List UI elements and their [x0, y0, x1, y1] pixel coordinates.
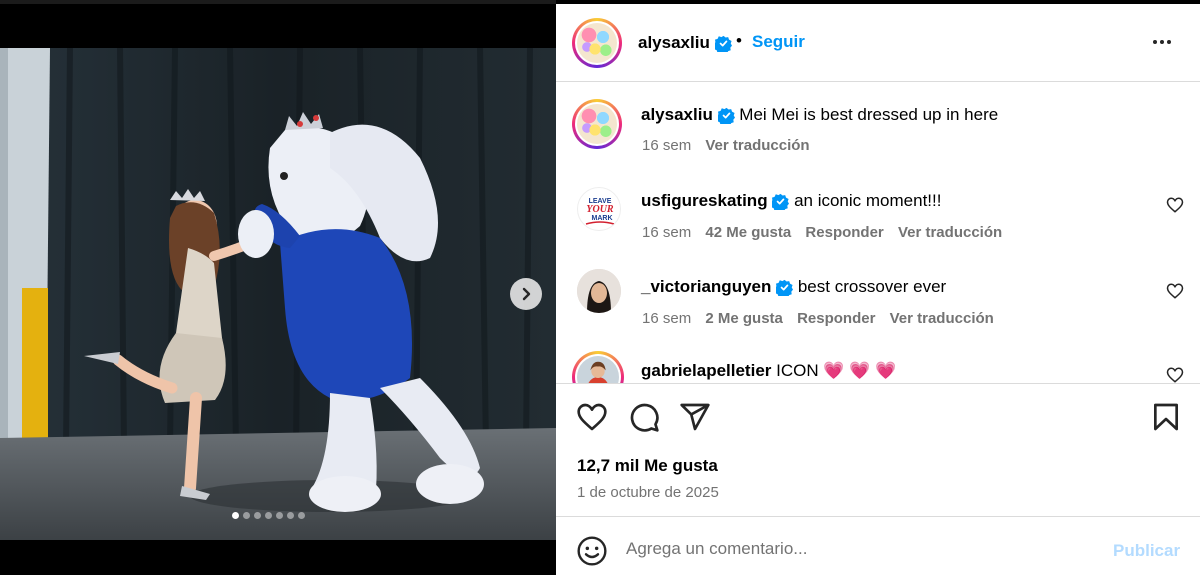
comment-composer: Publicar [556, 516, 1200, 575]
translate-link[interactable]: Ver traducción [890, 310, 994, 327]
carousel-dot [287, 512, 294, 519]
heart-icon[interactable] [1166, 196, 1184, 214]
emoji-icon[interactable] [576, 535, 608, 567]
comment-username[interactable]: usfigureskating [641, 191, 768, 210]
comment-body: best crossover ever [797, 277, 947, 296]
top-strip [0, 0, 556, 4]
avatar-photo [577, 356, 619, 383]
author-avatar[interactable] [572, 18, 622, 68]
caption-text: alysaxliu Mei Mei is best dressed up in … [641, 105, 998, 125]
comment-body: ICON [776, 361, 819, 380]
post-actions: 12,7 mil Me gusta 1 de octubre de 2025 [556, 383, 1200, 515]
chevron-right-icon [522, 287, 531, 301]
share-icon[interactable] [679, 401, 711, 433]
photo-illustration [0, 48, 556, 540]
caption-username[interactable]: alysaxliu [641, 105, 713, 124]
comment-input[interactable] [626, 531, 1086, 567]
verified-badge-icon [714, 35, 732, 53]
heart-icon[interactable] [576, 401, 608, 433]
comment-time: 16 sem [642, 310, 692, 327]
comment-username[interactable]: gabrielapelletier [641, 361, 771, 380]
comment-avatar[interactable]: LEAVE YOUR MARK [577, 187, 621, 231]
post-photo [0, 48, 556, 540]
svg-text:MARK: MARK [592, 215, 613, 222]
svg-text:YOUR: YOUR [586, 204, 614, 215]
verified-badge-icon [717, 107, 735, 125]
likes-count[interactable]: 12,7 mil Me gusta [577, 456, 718, 476]
carousel-dot [276, 512, 283, 519]
bookmark-icon[interactable] [1150, 401, 1182, 433]
carousel-dot [265, 512, 272, 519]
caption-author-avatar[interactable] [572, 99, 622, 149]
translate-link[interactable]: Ver traducción [898, 224, 1002, 241]
carousel-indicator [232, 512, 305, 519]
comment-icon[interactable] [628, 401, 660, 433]
post-media [0, 0, 556, 575]
reply-button[interactable]: Responder [797, 310, 875, 327]
verified-badge-icon [772, 193, 790, 211]
post-date[interactable]: 1 de octubre de 2025 [577, 484, 719, 501]
comment-avatar[interactable] [572, 351, 624, 383]
post-header: alysaxliu • Seguir [556, 4, 1200, 82]
comment-likes[interactable]: 42 Me gusta [705, 224, 791, 241]
reply-button[interactable]: Responder [805, 224, 883, 241]
carousel-dot [298, 512, 305, 519]
comment-meta: 16 sem 2 Me gusta Responder Ver traducci… [642, 310, 1004, 327]
carousel-dot [254, 512, 261, 519]
heart-icon[interactable] [1166, 366, 1184, 383]
comment-time: 16 sem [642, 224, 692, 241]
comment-text: gabrielapelletier ICON 💗 💗 💗 [641, 361, 896, 381]
comment-meta: 16 sem 42 Me gusta Responder Ver traducc… [642, 224, 1012, 241]
caption-meta: 16 sem Ver traducción [642, 137, 820, 154]
caption-body: Mei Mei is best dressed up in here [739, 105, 999, 124]
comment-username[interactable]: _victorianguyen [641, 277, 771, 296]
caption-translate-link[interactable]: Ver traducción [705, 137, 809, 154]
comment-body: an iconic moment!!! [794, 191, 942, 210]
verified-badge-icon [776, 279, 794, 297]
caption-time: 16 sem [642, 137, 692, 154]
avatar-photo [577, 269, 621, 313]
author-username[interactable]: alysaxliu [638, 33, 732, 53]
comment-text: _victorianguyen best crossover ever [641, 277, 946, 297]
next-slide-button[interactable] [510, 278, 542, 310]
carousel-dot [232, 512, 239, 519]
carousel-dot [243, 512, 250, 519]
follow-button[interactable]: Seguir [752, 32, 805, 52]
comment-likes[interactable]: 2 Me gusta [705, 310, 783, 327]
comments-list[interactable]: alysaxliu Mei Mei is best dressed up in … [556, 83, 1200, 383]
more-horizontal-icon[interactable] [1150, 30, 1174, 54]
usfigureskating-logo: LEAVE YOUR MARK [585, 198, 615, 225]
comment-text: usfigureskating an iconic moment!!! [641, 191, 941, 211]
publish-button[interactable]: Publicar [1113, 541, 1180, 561]
heart-emojis: 💗 💗 💗 [823, 361, 897, 380]
separator-dot: • [736, 31, 742, 50]
heart-icon[interactable] [1166, 282, 1184, 300]
comment-avatar[interactable] [577, 269, 621, 313]
post-panel: alysaxliu • Seguir alysaxliu Mei Mei is … [556, 4, 1200, 575]
